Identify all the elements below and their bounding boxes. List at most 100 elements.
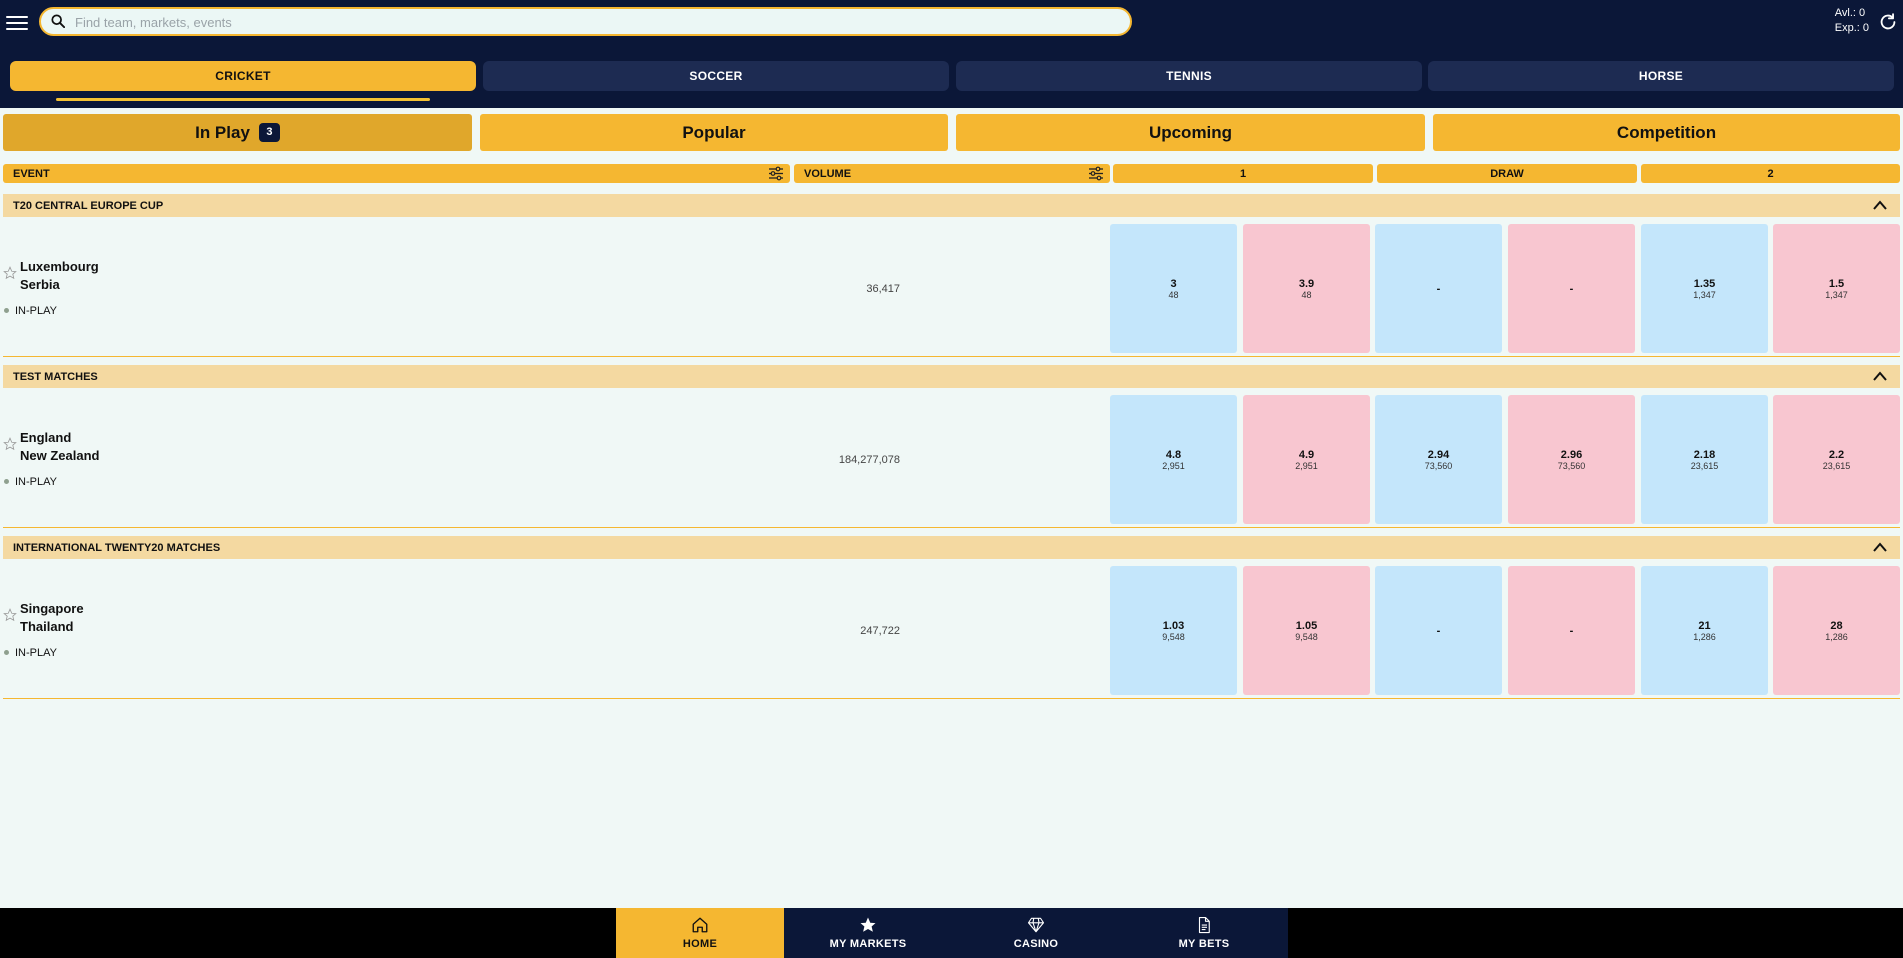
- event-column-header: EVENT: [3, 164, 790, 183]
- team-2-name[interactable]: New Zealand: [20, 448, 99, 463]
- filter-tab-in-play[interactable]: In Play 3: [3, 114, 472, 151]
- tab-tennis[interactable]: TENNIS: [956, 61, 1422, 91]
- in-play-indicator: [4, 479, 9, 484]
- bottom-navigation: HOME MY MARKETS CASINO MY BETS: [0, 908, 1903, 958]
- exposure-balance: Exp.: 0: [1834, 22, 1869, 34]
- event-volume: 247,722: [860, 625, 900, 637]
- odds-size: 1,286: [1825, 631, 1848, 642]
- volume-column-label: VOLUME: [804, 167, 852, 180]
- odds-price: -: [1569, 282, 1574, 295]
- odds-size: 23,615: [1690, 460, 1719, 471]
- team-2-name[interactable]: Thailand: [20, 619, 73, 634]
- sliders-icon[interactable]: [768, 166, 784, 181]
- nav-my-bets[interactable]: MY BETS: [1120, 908, 1288, 958]
- menu-icon[interactable]: [6, 12, 28, 32]
- nav-my-markets[interactable]: MY MARKETS: [784, 908, 952, 958]
- odds-back-draw[interactable]: 2.94 73,560: [1375, 395, 1502, 524]
- diamond-icon: [1027, 917, 1045, 933]
- odds-price: 4.8: [1165, 448, 1182, 461]
- filter-tab-upcoming[interactable]: Upcoming: [956, 114, 1425, 151]
- favorite-star-icon[interactable]: [3, 608, 17, 622]
- active-tab-underline: [56, 98, 430, 101]
- odds-price: 2.2: [1828, 448, 1845, 461]
- odds-back-1[interactable]: 4.8 2,951: [1110, 395, 1237, 524]
- competition-name: TEST MATCHES: [13, 370, 98, 383]
- odds-lay-2[interactable]: 28 1,286: [1773, 566, 1900, 695]
- competition-header[interactable]: INTERNATIONAL TWENTY20 MATCHES: [3, 536, 1900, 559]
- event-row: England New Zealand IN-PLAY 184,277,078 …: [3, 392, 1900, 528]
- odds-back-draw[interactable]: -: [1375, 224, 1502, 353]
- search-icon: [51, 14, 65, 28]
- event-column-label: EVENT: [13, 167, 50, 180]
- event-volume: 36,417: [866, 283, 900, 295]
- odds-size: 2,951: [1162, 460, 1185, 471]
- favorite-star-icon[interactable]: [3, 266, 17, 280]
- odds-size: 73,560: [1424, 460, 1453, 471]
- competition-header[interactable]: TEST MATCHES: [3, 365, 1900, 388]
- odds-size: 1,347: [1825, 289, 1848, 300]
- odds-price: 1.35: [1693, 277, 1716, 290]
- odds-lay-1[interactable]: 1.05 9,548: [1243, 566, 1370, 695]
- odds-back-2[interactable]: 1.35 1,347: [1641, 224, 1768, 353]
- team-1-name[interactable]: England: [20, 430, 71, 445]
- competition-header[interactable]: T20 CENTRAL EUROPE CUP: [3, 194, 1900, 217]
- event-volume: 184,277,078: [838, 454, 900, 466]
- odds-lay-2[interactable]: 2.2 23,615: [1773, 395, 1900, 524]
- refresh-icon[interactable]: [1877, 11, 1899, 33]
- odds-back-1[interactable]: 1.03 9,548: [1110, 566, 1237, 695]
- odds-size: 48: [1168, 289, 1179, 300]
- filter-tab-competition[interactable]: Competition: [1433, 114, 1900, 151]
- chevron-up-icon[interactable]: [1872, 541, 1888, 553]
- chevron-up-icon[interactable]: [1872, 199, 1888, 211]
- odds-back-2[interactable]: 2.18 23,615: [1641, 395, 1768, 524]
- odds-lay-1[interactable]: 4.9 2,951: [1243, 395, 1370, 524]
- odds-price: 2.94: [1427, 448, 1450, 461]
- team-2-name[interactable]: Serbia: [20, 277, 60, 292]
- odds-back-draw[interactable]: -: [1375, 566, 1502, 695]
- chevron-up-icon[interactable]: [1872, 370, 1888, 382]
- filter-tab-popular[interactable]: Popular: [480, 114, 948, 151]
- nav-label: HOME: [682, 938, 718, 950]
- home-icon: [692, 917, 708, 933]
- top-header: Avl.: 0 Exp.: 0: [0, 0, 1903, 50]
- odds-price: -: [1436, 624, 1441, 637]
- tab-cricket[interactable]: CRICKET: [10, 61, 476, 91]
- odds-price: 1.05: [1295, 619, 1318, 632]
- team-1-name[interactable]: Luxembourg: [20, 259, 99, 274]
- team-1-name[interactable]: Singapore: [20, 601, 84, 616]
- odds-lay-1[interactable]: 3.9 48: [1243, 224, 1370, 353]
- event-row: Luxembourg Serbia IN-PLAY 36,417 3 48 3.9…: [3, 221, 1900, 357]
- odds-lay-draw[interactable]: -: [1508, 566, 1635, 695]
- odds-lay-draw[interactable]: -: [1508, 224, 1635, 353]
- odds-size: 23,615: [1822, 460, 1851, 471]
- odds-price: 1.03: [1162, 619, 1185, 632]
- odds-back-1[interactable]: 3 48: [1110, 224, 1237, 353]
- nav-home[interactable]: HOME: [616, 908, 784, 958]
- odds-lay-2[interactable]: 1.5 1,347: [1773, 224, 1900, 353]
- odds-lay-draw[interactable]: 2.96 73,560: [1508, 395, 1635, 524]
- tab-soccer[interactable]: SOCCER: [483, 61, 949, 91]
- sliders-icon[interactable]: [1088, 166, 1104, 181]
- in-play-indicator: [4, 308, 9, 313]
- draw-column-header: DRAW: [1377, 164, 1637, 183]
- filter-tab-label: In Play: [195, 122, 250, 142]
- odds-price: -: [1569, 624, 1574, 637]
- odds-size: 48: [1301, 289, 1312, 300]
- event-row: Singapore Thailand IN-PLAY 247,722 1.03 9…: [3, 563, 1900, 699]
- competition-name: T20 CENTRAL EUROPE CUP: [13, 199, 164, 212]
- odds-size: 2,951: [1295, 460, 1318, 471]
- favorite-star-icon[interactable]: [3, 437, 17, 451]
- volume-column-header: VOLUME: [794, 164, 1110, 183]
- outcome-2-column-header: 2: [1641, 164, 1900, 183]
- odds-back-2[interactable]: 21 1,286: [1641, 566, 1768, 695]
- odds-size: 9,548: [1162, 631, 1185, 642]
- star-icon: [860, 917, 876, 932]
- search-bar[interactable]: [39, 7, 1132, 36]
- odds-price: 1.5: [1828, 277, 1845, 290]
- nav-casino[interactable]: CASINO: [952, 908, 1120, 958]
- odds-price: 28: [1830, 619, 1843, 632]
- tab-horse[interactable]: HORSE: [1428, 61, 1894, 91]
- odds-price: 2.96: [1560, 448, 1583, 461]
- search-input[interactable]: [75, 12, 1115, 32]
- odds-price: 4.9: [1298, 448, 1315, 461]
